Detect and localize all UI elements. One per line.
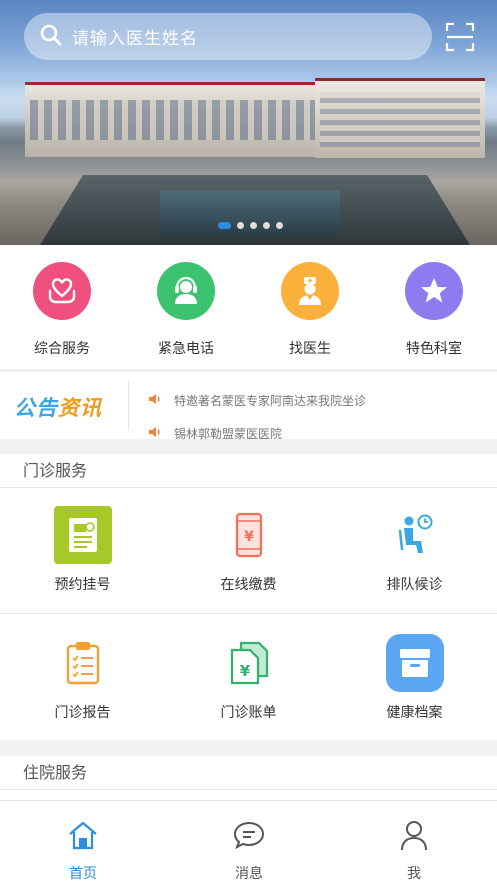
carousel-dot[interactable] <box>237 222 244 229</box>
service-label: 门诊账单 <box>220 705 277 721</box>
notice-logo-part2: 资讯 <box>58 396 102 420</box>
quick-entries: 综合服务 紧急电话 找医生 特色科室 <box>0 245 497 369</box>
divider <box>0 613 497 614</box>
quick-entry-label: 特色科室 <box>406 341 462 357</box>
archive-box-icon <box>385 634 444 692</box>
notice-bar: 公告资讯 特邀著名蒙医专家阿南达来我院坐诊 锡林郭勒盟蒙医医院 <box>0 372 497 442</box>
search-placeholder: 请输入医生姓名 <box>72 29 198 49</box>
notice-text: 特邀著名蒙医专家阿南达来我院坐诊 <box>174 394 367 408</box>
quick-entry-find-doctor[interactable]: 找医生 <box>260 262 360 358</box>
doctor-icon <box>281 262 339 320</box>
service-label: 健康档案 <box>386 705 443 721</box>
section-title: 住院服务 <box>0 756 497 790</box>
service-label: 预约挂号 <box>54 577 111 593</box>
service-label: 门诊报告 <box>54 705 111 721</box>
divider <box>128 380 129 430</box>
service-health-record[interactable]: 健康档案 <box>332 634 497 722</box>
service-label: 在线缴费 <box>220 577 277 593</box>
svg-text:¥: ¥ <box>244 529 254 545</box>
notice-logo: 公告资讯 <box>14 392 102 422</box>
search-bar[interactable]: 请输入医生姓名 <box>24 13 432 60</box>
notice-item[interactable]: 特邀著名蒙医专家阿南达来我院坐诊 <box>148 392 366 409</box>
tab-messages[interactable]: 消息 <box>199 819 299 883</box>
carousel-indicator[interactable] <box>218 222 283 229</box>
bottom-tab-bar: 首页 消息 我 <box>0 800 497 883</box>
section-title: 门诊服务 <box>0 454 497 488</box>
service-report[interactable]: 门诊报告 <box>0 634 165 722</box>
service-online-payment[interactable]: ¥ 在线缴费 <box>166 506 331 594</box>
search-icon <box>40 24 62 50</box>
tab-home[interactable]: 首页 <box>33 819 133 883</box>
tab-me[interactable]: 我 <box>364 819 464 883</box>
appointment-doc-icon <box>53 506 112 564</box>
svg-text:¥: ¥ <box>239 662 250 680</box>
bill-icon: ¥ <box>220 634 278 692</box>
quick-entry-label: 综合服务 <box>34 341 90 357</box>
carousel-dot[interactable] <box>276 222 283 229</box>
quick-entry-emergency-phone[interactable]: 紧急电话 <box>136 262 236 358</box>
headset-agent-icon <box>157 262 215 320</box>
tab-label: 首页 <box>69 866 97 882</box>
carousel-dot[interactable] <box>250 222 257 229</box>
carousel-dot[interactable] <box>218 222 231 229</box>
notice-text: 锡林郭勒盟蒙医医院 <box>174 427 283 441</box>
service-bill[interactable]: ¥ 门诊账单 <box>166 634 331 722</box>
tab-label: 消息 <box>235 866 263 882</box>
mobile-payment-icon: ¥ <box>220 506 278 564</box>
quick-entry-featured-departments[interactable]: 特色科室 <box>384 262 484 358</box>
speaker-icon <box>148 426 162 441</box>
home-icon <box>69 821 97 850</box>
heart-hands-icon <box>33 262 91 320</box>
carousel-dot[interactable] <box>263 222 270 229</box>
banner-image-tower-windows <box>320 92 480 147</box>
speaker-icon <box>148 393 162 408</box>
service-queue[interactable]: 排队候诊 <box>332 506 497 594</box>
notice-logo-part1: 公告 <box>14 396 58 420</box>
user-icon <box>401 821 427 851</box>
message-icon <box>233 821 265 850</box>
clipboard-report-icon <box>54 634 112 692</box>
tab-label: 我 <box>407 866 421 882</box>
hero-banner[interactable]: 请输入医生姓名 <box>0 0 497 245</box>
service-appointment[interactable]: 预约挂号 <box>0 506 165 594</box>
queue-waiting-icon <box>386 506 444 564</box>
outpatient-section: 门诊服务 预约挂号 ¥ 在线缴费 排队候诊 门诊报告 ¥ 门诊账单 健康档案 <box>0 454 497 740</box>
notice-item[interactable]: 锡林郭勒盟蒙医医院 <box>148 425 282 442</box>
quick-entry-label: 找医生 <box>289 341 331 357</box>
scan-icon[interactable] <box>445 22 475 52</box>
quick-entry-comprehensive[interactable]: 综合服务 <box>12 262 112 358</box>
quick-entry-label: 紧急电话 <box>158 341 214 357</box>
service-label: 排队候诊 <box>386 577 443 593</box>
star-icon <box>405 262 463 320</box>
